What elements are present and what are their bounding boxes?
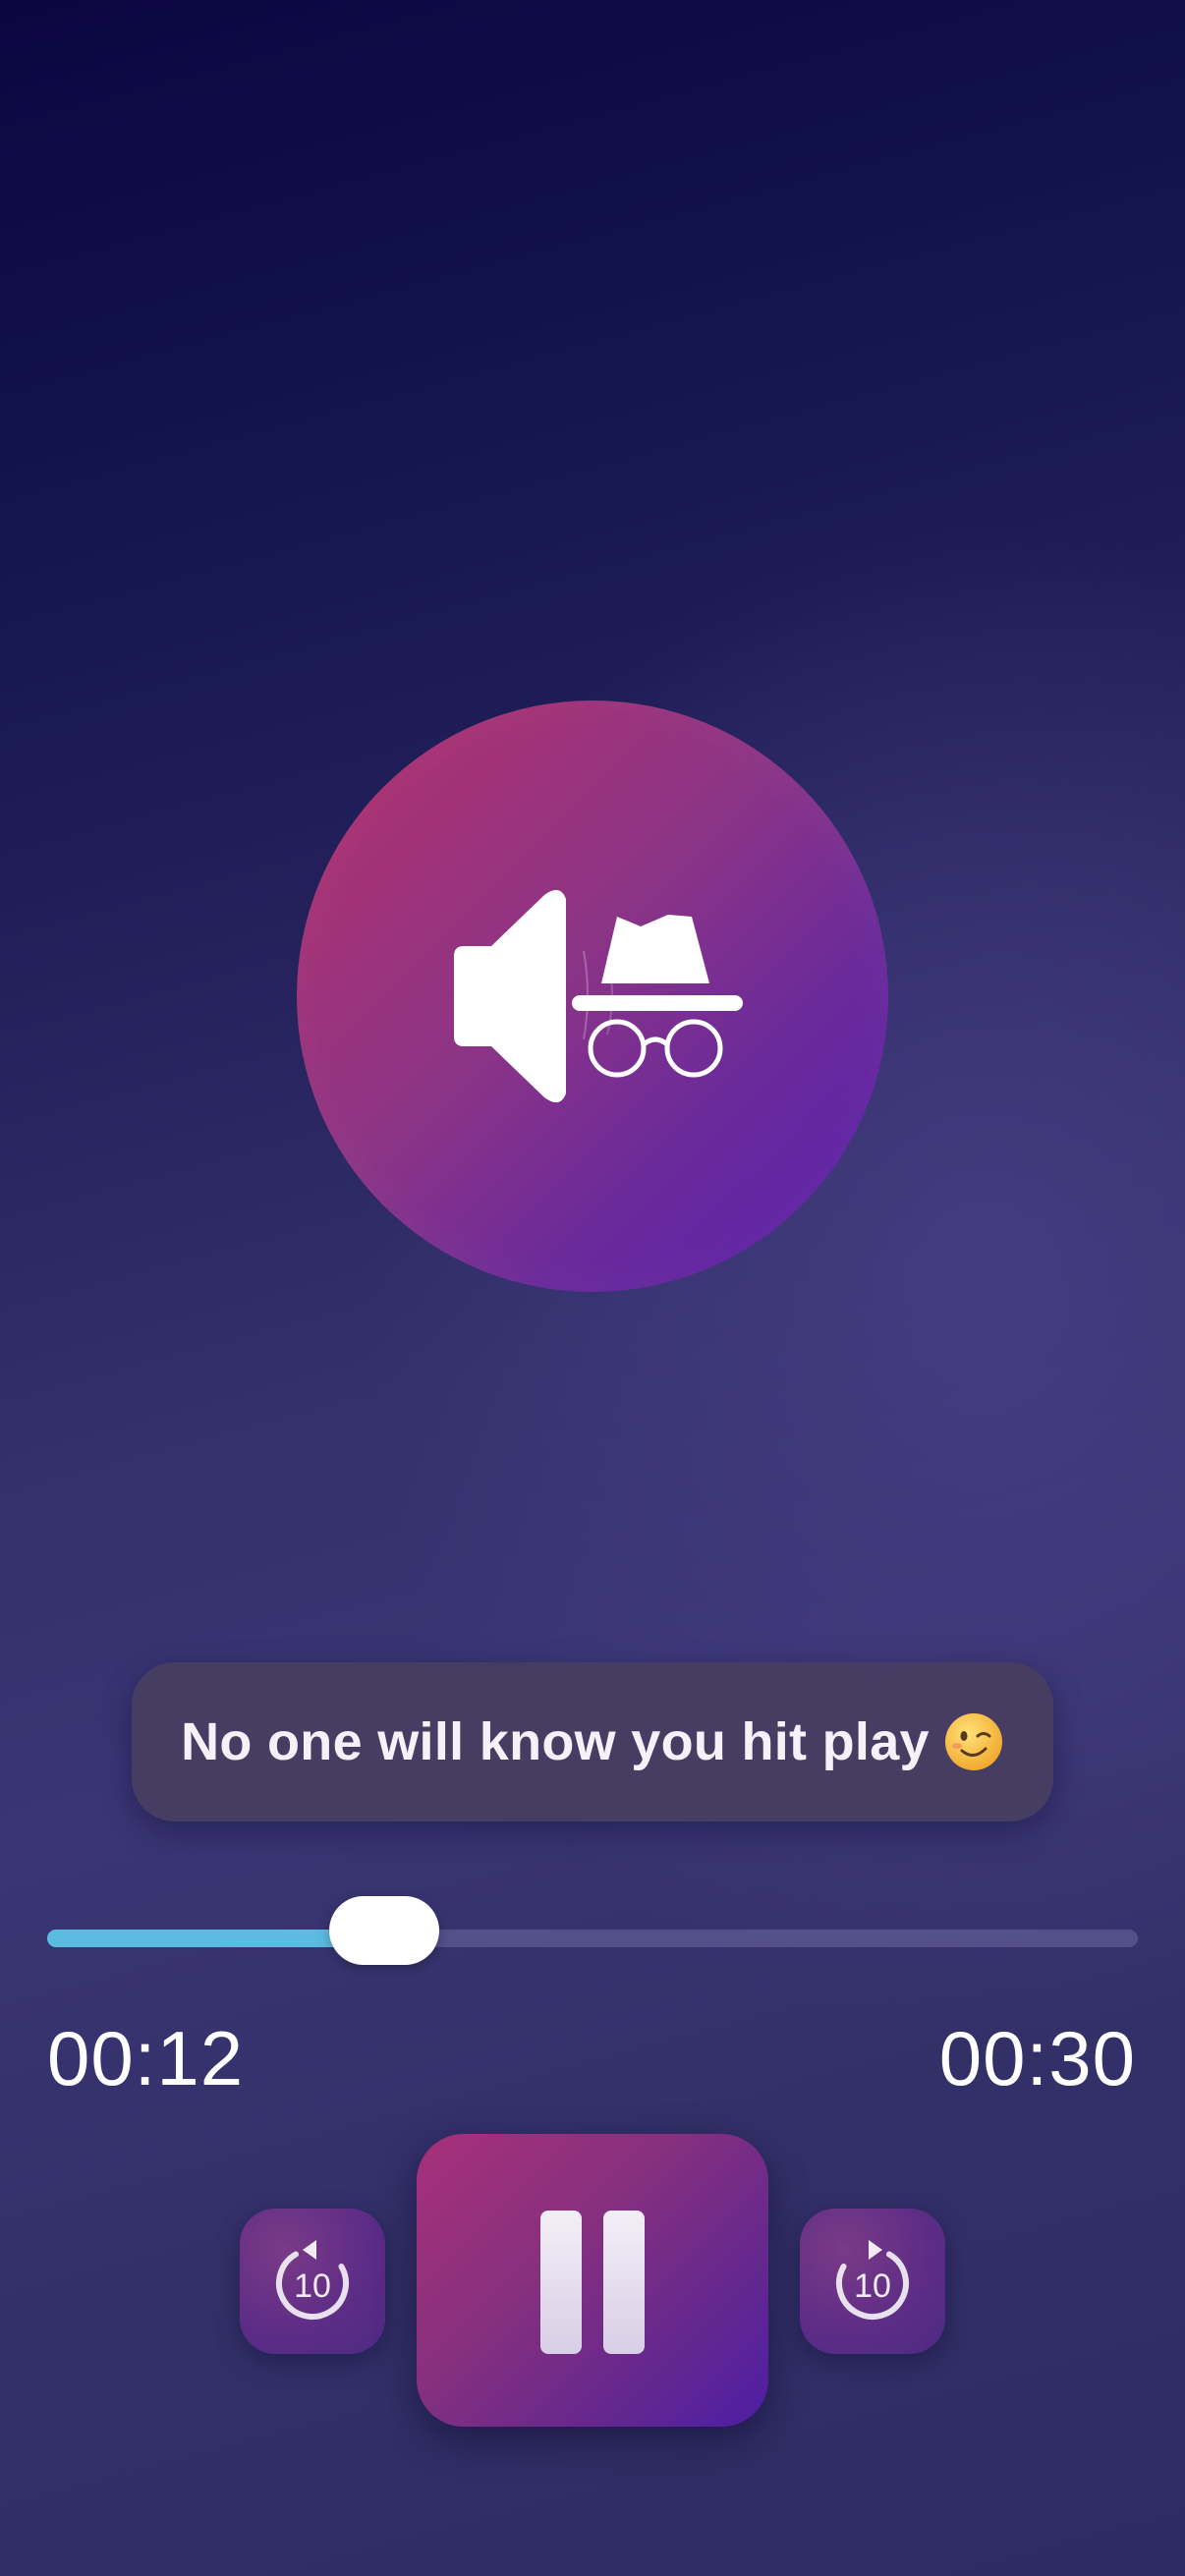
current-time: 00:12 xyxy=(47,2015,245,2101)
toast-message: No one will know you hit play xyxy=(132,1662,1053,1821)
toast-text: No one will know you hit play xyxy=(181,1712,930,1771)
incognito-speaker-hero xyxy=(297,700,888,1292)
progress-thumb[interactable] xyxy=(329,1896,439,1965)
skip-forward-10-icon: 10 xyxy=(836,2240,909,2320)
skip-back-10-icon: 10 xyxy=(276,2240,349,2320)
skip-forward-button[interactable]: 10 xyxy=(800,2209,945,2354)
progress-track[interactable] xyxy=(47,1896,1138,1965)
skip-back-button[interactable]: 10 xyxy=(240,2209,385,2354)
pause-icon xyxy=(540,2211,582,2354)
incognito-speaker-icon xyxy=(454,889,743,1103)
pause-button[interactable] xyxy=(417,2134,768,2427)
skip-forward-seconds: 10 xyxy=(854,2268,891,2305)
winking-face-emoji-icon xyxy=(943,1711,1004,1772)
pause-icon-bar xyxy=(603,2211,645,2354)
skip-back-seconds: 10 xyxy=(294,2268,331,2305)
total-time: 00:30 xyxy=(938,2015,1136,2101)
